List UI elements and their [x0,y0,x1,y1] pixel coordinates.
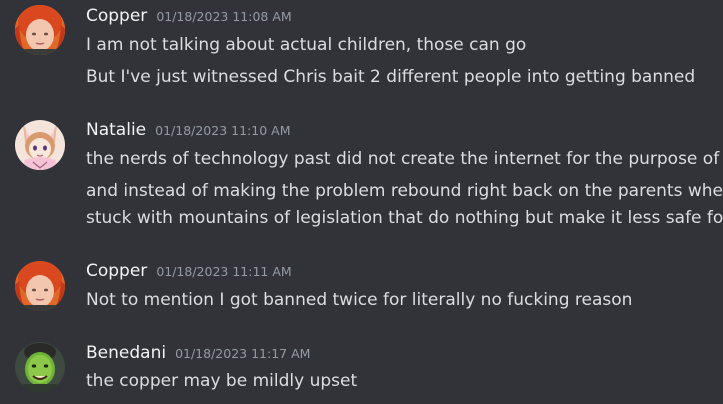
message-header: Copper 01/18/2023 11:08 AM [86,6,292,26]
message-text: the copper may be mildly upset [86,371,358,391]
timestamp: 01/18/2023 11:11 AM [156,264,292,279]
message-text: I am not talking about actual children, … [86,35,527,55]
timestamp: 01/18/2023 11:08 AM [156,9,292,24]
message-header: Natalie 01/18/2023 11:10 AM [86,120,290,140]
message-text: stuck with mountains of legislation that… [86,208,723,228]
timestamp: 01/18/2023 11:17 AM [175,346,311,361]
anime-fox-avatar[interactable] [15,120,65,170]
chat-message-list: Copper 01/18/2023 11:08 AM I am not talk… [0,0,723,404]
username[interactable]: Benedani [86,343,166,363]
message-text: and instead of making the problem reboun… [86,181,723,201]
username[interactable]: Natalie [86,120,146,140]
message-text: Not to mention I got banned twice for li… [86,290,633,310]
red-hair-avatar[interactable] [15,261,65,311]
green-face-avatar[interactable] [15,342,65,392]
message-header: Benedani 01/18/2023 11:17 AM [86,343,310,363]
username[interactable]: Copper [86,261,147,281]
username[interactable]: Copper [86,6,147,26]
message-text: the nerds of technology past did not cre… [86,149,723,169]
red-hair-avatar[interactable] [15,5,65,55]
timestamp: 01/18/2023 11:10 AM [155,123,291,138]
message-text: But I've just witnessed Chris bait 2 dif… [86,67,696,87]
message-header: Copper 01/18/2023 11:11 AM [86,261,292,281]
